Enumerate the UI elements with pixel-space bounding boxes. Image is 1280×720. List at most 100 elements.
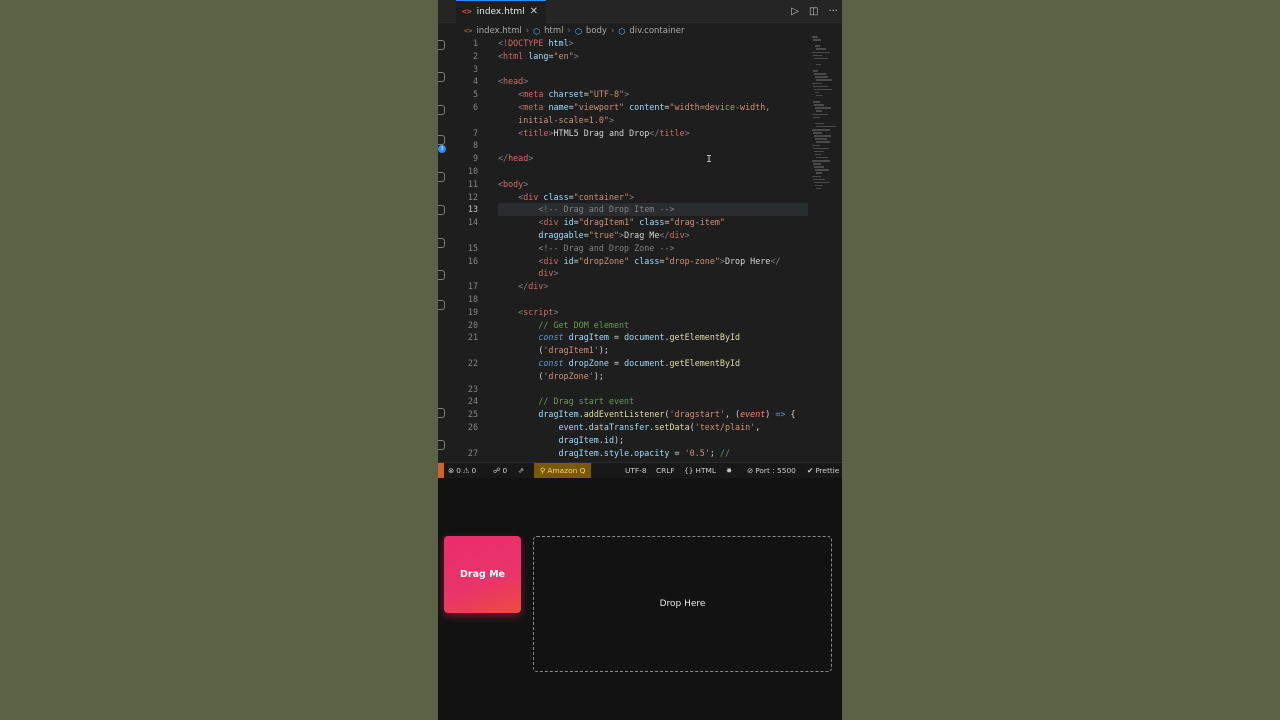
docker-icon[interactable] xyxy=(438,270,445,280)
line-number: 23 xyxy=(467,383,478,394)
code-line[interactable]: 8 xyxy=(448,139,808,152)
tab-label: index.html xyxy=(476,7,525,17)
encoding-selector[interactable]: UTF-8 xyxy=(625,463,647,478)
code-line[interactable]: 16 <div id="dropZone" class="drop-zone">… xyxy=(448,255,808,268)
more-icon[interactable]: ··· xyxy=(828,6,838,17)
code-line[interactable]: 7 <title>HTML5 Drag and Drop</title> xyxy=(448,127,808,140)
tools-icon[interactable] xyxy=(438,300,445,310)
code-line[interactable]: dragItem.id); xyxy=(448,434,808,447)
account-icon[interactable] xyxy=(438,408,445,418)
breadcrumb-file[interactable]: index.html xyxy=(476,26,521,36)
eol-selector[interactable]: CRLF xyxy=(656,463,675,478)
problems-indicator[interactable]: ⊗ 0 ⚠ 0 xyxy=(448,463,476,478)
drag-me-box[interactable]: Drag Me xyxy=(444,536,521,613)
code-line[interactable]: 6 <meta name="viewport" content="width=d… xyxy=(448,101,808,114)
amazon-q-icon[interactable] xyxy=(438,238,445,248)
extensions-icon[interactable] xyxy=(438,135,445,145)
testing-icon[interactable] xyxy=(438,205,445,215)
element-icon: ⬡ xyxy=(618,26,626,36)
line-code: <meta charset="UTF-8"> xyxy=(518,89,630,100)
prettier-label: Prettie xyxy=(815,466,840,475)
code-line[interactable]: 5 <meta charset="UTF-8"> xyxy=(448,88,808,101)
copilot-icon[interactable]: ✸ xyxy=(726,463,732,478)
code-line[interactable]: div> xyxy=(448,267,808,280)
html-file-icon: <> xyxy=(462,7,472,16)
code-line[interactable]: 12 <div class="container"> xyxy=(448,191,808,204)
ports-indicator[interactable]: ☍ 0 xyxy=(493,463,507,478)
code-line[interactable]: 13 <!-- Drag and Drop Item --> xyxy=(448,203,808,217)
close-icon[interactable]: ✕ xyxy=(530,1,538,23)
line-number: 26 xyxy=(467,422,478,432)
live-share-icon[interactable]: ⇗ xyxy=(518,463,524,478)
code-line[interactable]: 25 dragItem.addEventListener('dragstart'… xyxy=(448,408,808,421)
code-line[interactable]: 19 <script> xyxy=(448,306,808,319)
settings-gear-icon[interactable] xyxy=(438,440,445,450)
code-line[interactable]: 22 const dropZone = document.getElementB… xyxy=(448,357,808,370)
code-line[interactable]: 2 <html lang="en"> xyxy=(448,50,808,63)
code-line[interactable]: 23 xyxy=(448,383,808,396)
code-line[interactable]: 10 xyxy=(448,165,808,178)
code-editor[interactable]: 1 <!DOCTYPE html> 2 <html lang="en"> 3 4 <head… xyxy=(448,37,808,461)
minimap-line xyxy=(812,36,818,38)
search-icon[interactable] xyxy=(438,40,445,50)
minimap-line xyxy=(813,70,818,72)
amazon-q-label: Amazon Q xyxy=(547,466,586,475)
line-code: </head> xyxy=(498,153,534,164)
tab-index-html[interactable]: <> index.html ✕ xyxy=(456,0,547,23)
line-code: const dragItem = document.getElementById xyxy=(538,332,741,343)
minimap-line xyxy=(815,76,828,78)
code-line[interactable]: 9 </head> xyxy=(448,152,808,165)
line-code: div> xyxy=(538,268,559,279)
code-line[interactable]: 14 <div id="dragItem1" class="drag-item" xyxy=(448,216,808,229)
drop-zone[interactable]: Drop Here xyxy=(533,536,832,672)
remote-explorer-icon[interactable] xyxy=(438,172,445,182)
code-line[interactable]: 26 event.dataTransfer.setData('text/plai… xyxy=(448,421,808,434)
code-line[interactable]: 27 dragItem.style.opacity = '0.5'; // xyxy=(448,447,808,460)
remote-indicator[interactable] xyxy=(438,463,444,478)
minimap-line xyxy=(815,107,831,109)
run-debug-icon[interactable] xyxy=(438,105,445,115)
code-line[interactable]: 4 <head> xyxy=(448,75,808,88)
code-line[interactable]: 15 <!-- Drag and Drop Zone --> xyxy=(448,242,808,255)
code-line[interactable]: 11 <body> xyxy=(448,178,808,191)
breadcrumb-html[interactable]: html xyxy=(544,26,563,36)
minimap-line xyxy=(815,169,829,171)
breadcrumb-div-container[interactable]: div.container xyxy=(629,26,684,36)
minimap-line xyxy=(813,178,825,181)
code-line[interactable]: 21 const dragItem = document.getElementB… xyxy=(448,331,808,344)
line-number: 25 xyxy=(467,409,478,420)
code-line[interactable]: 17 </div> xyxy=(448,280,808,293)
source-control-icon[interactable] xyxy=(438,72,445,82)
line-number: 5 xyxy=(472,89,478,100)
minimap-line xyxy=(815,122,824,125)
minimap-line xyxy=(814,181,830,184)
code-line[interactable]: 3 xyxy=(448,63,808,76)
minimap-line xyxy=(814,57,828,60)
run-icon[interactable]: ▷ xyxy=(791,6,799,17)
warning-icon: ⚠ xyxy=(462,466,470,475)
line-code: // Get DOM element xyxy=(538,319,630,330)
prettier-button[interactable]: ✔ Prettie xyxy=(807,463,839,478)
line-code: <div class="container"> xyxy=(518,191,635,202)
code-line[interactable]: 18 xyxy=(448,293,808,306)
code-line[interactable]: ('dropZone'); xyxy=(448,370,808,383)
live-server-button[interactable]: ⊘ Port : 5500 xyxy=(747,463,796,478)
minimap-line xyxy=(816,110,822,112)
minimap[interactable] xyxy=(810,36,842,196)
code-line[interactable]: draggable="true">Drag Me</div> xyxy=(448,229,808,242)
breadcrumb-body[interactable]: body xyxy=(586,26,607,36)
line-code: ('dragItem1'); xyxy=(498,345,609,356)
code-line[interactable]: initial-scale=1.0"> xyxy=(448,114,808,127)
code-line[interactable]: 1 <!DOCTYPE html> xyxy=(448,37,808,50)
minimap-line xyxy=(815,138,827,140)
minimap-line xyxy=(812,160,830,162)
code-line[interactable]: 20 // Get DOM element xyxy=(448,319,808,332)
code-line[interactable]: ('dragItem1'); xyxy=(448,344,808,357)
language-mode-selector[interactable]: {} HTML xyxy=(684,463,716,478)
amazon-q-button[interactable]: ⚲ Amazon Q xyxy=(534,463,592,478)
minimap-line xyxy=(813,132,822,134)
minimap-line xyxy=(812,113,828,115)
split-editor-icon[interactable]: ◫ xyxy=(809,6,818,17)
line-number: 12 xyxy=(467,191,478,202)
code-line[interactable]: 24 // Drag start event xyxy=(448,395,808,408)
